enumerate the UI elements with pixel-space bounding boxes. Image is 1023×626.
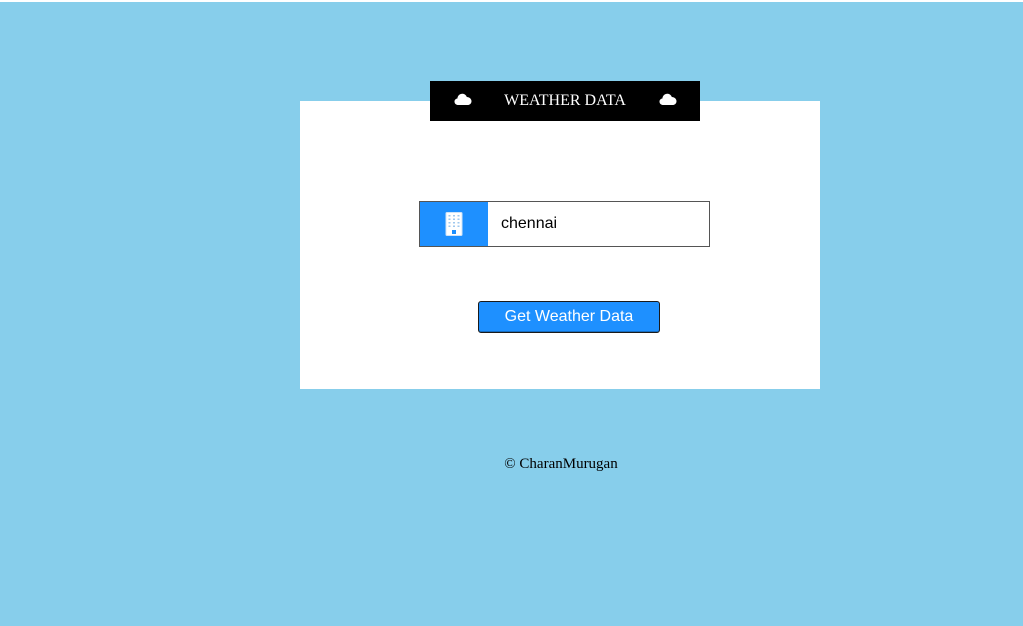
city-input[interactable]	[489, 202, 707, 246]
city-icon-box	[420, 202, 488, 246]
cloud-icon	[659, 93, 677, 105]
weather-header: WEATHER DATA	[430, 81, 700, 121]
building-icon	[445, 212, 463, 236]
get-weather-button[interactable]: Get Weather Data	[478, 301, 660, 333]
footer-copyright: © CharanMurugan	[504, 456, 618, 472]
city-input-group	[419, 201, 710, 247]
